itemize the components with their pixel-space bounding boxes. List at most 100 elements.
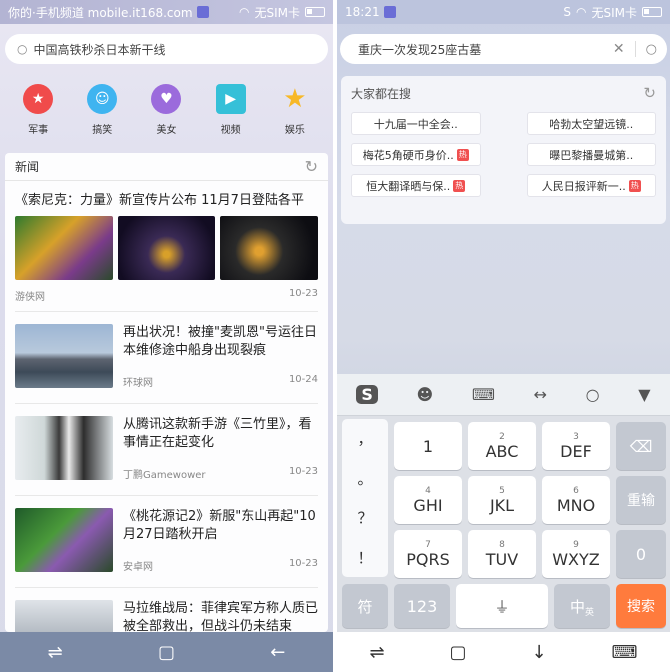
- news-header: 新闻 ↻: [5, 153, 328, 181]
- punct-key[interactable]: ？: [357, 507, 372, 528]
- sogou-logo-icon[interactable]: S: [356, 385, 378, 404]
- key-8[interactable]: 8 TUV: [468, 530, 536, 578]
- news-item[interactable]: 从腾讯这款新手游《三竹里》，看事情正在起变化 丁鹏Gamewower 10-23: [5, 404, 328, 495]
- news-item-title: 《桃花源记2》新服"东山再起"10月27日踏秋开启: [123, 509, 316, 542]
- emoji-icon[interactable]: ☻: [417, 385, 434, 404]
- smiley-icon: ☺: [87, 84, 118, 114]
- news-item[interactable]: 《桃花源记2》新服"东山再起"10月27日踏秋开启 安卓网 10-23: [5, 496, 328, 587]
- key-1[interactable]: 1: [394, 422, 462, 470]
- home-icon[interactable]: ▢: [158, 642, 175, 663]
- backspace-key[interactable]: ⌫: [616, 422, 666, 470]
- hot-search-item[interactable]: 梅花5角硬币身价.. 热: [351, 143, 481, 166]
- punct-key[interactable]: 。: [357, 468, 372, 489]
- hot-search-item[interactable]: 人民日报评新一.. 热: [526, 174, 656, 197]
- collapse-keyboard-icon[interactable]: ▼: [638, 385, 650, 404]
- category-label: 视频: [220, 125, 241, 136]
- key-letters: JKL: [489, 495, 515, 515]
- left-screen: 你的·手机频道 mobile.it168.com ◠ 无SIM卡 ○ 中国高铁秒…: [0, 0, 333, 672]
- key-0[interactable]: 0: [616, 530, 666, 578]
- search-input[interactable]: 重庆一次发现25座古墓 ✕ ○: [340, 34, 667, 64]
- hot-tag: 热: [628, 179, 641, 192]
- carrier-text: 无SIM卡: [254, 5, 300, 20]
- category-label: 娱乐: [284, 125, 305, 136]
- category-label: 军事: [28, 125, 49, 136]
- punct-key[interactable]: ，: [357, 428, 372, 449]
- hot-search-label: 梅花5角硬币身价..: [362, 148, 454, 162]
- category-label: 搞笑: [92, 125, 113, 136]
- status-bar: 你的·手机频道 mobile.it168.com ◠ 无SIM卡: [0, 0, 333, 24]
- hot-search-item[interactable]: 曝巴黎播曼城第..: [526, 143, 656, 166]
- keypad: ， 。 ？ ！ 1 2 ABC 3 DEF ⌫ 4 GHI 5 JKL 6 MNO 重输 …: [337, 419, 670, 632]
- news-source: 丁鹏Gamewower: [123, 470, 206, 481]
- refresh-icon[interactable]: ↻: [643, 84, 656, 102]
- hot-search-label: 哈勃太空望远镜..: [549, 117, 634, 131]
- news-item[interactable]: 再出状况！被撞"麦凯恩"号运往日本维修途中船身出现裂痕 环球网 10-24: [5, 312, 328, 403]
- category-entertainment[interactable]: ★ 娱乐: [265, 84, 325, 136]
- key-7[interactable]: 7 PQRS: [394, 530, 462, 578]
- key-letters: MNO: [556, 495, 596, 515]
- news-thumbnail: [15, 416, 113, 480]
- key-letters: ABC: [485, 441, 519, 461]
- category-military[interactable]: ★ 军事: [8, 84, 68, 136]
- cn-en-switch-key[interactable]: 中英: [554, 584, 610, 628]
- category-video[interactable]: ▶ 视频: [201, 84, 261, 136]
- category-beauty[interactable]: ♥ 美女: [136, 84, 196, 136]
- search-icon[interactable]: ○: [586, 385, 600, 404]
- category-bar: ★ 军事 ☺ 搞笑 ♥ 美女 ▶ 视频 ★ 娱乐: [0, 84, 333, 136]
- lips-icon: ♥: [151, 84, 182, 114]
- category-funny[interactable]: ☺ 搞笑: [72, 84, 132, 136]
- keyboard-switch-icon[interactable]: ⌨: [612, 642, 638, 663]
- key-letters: 1: [422, 436, 434, 456]
- news-item[interactable]: 《索尼克：力量》新宣传片公布 11月7日登陆各平 游侠网 10-23: [5, 181, 328, 303]
- right-screen: 18:21 S ◠ 无SIM卡 重庆一次发现25座古墓 ✕ ○ 大家都在搜 ↻ …: [337, 0, 670, 672]
- symbol-key[interactable]: 符: [342, 584, 388, 628]
- cn-label: 中: [569, 597, 585, 616]
- retype-label: 重输: [627, 493, 655, 509]
- battery-icon: [305, 7, 325, 17]
- space-key[interactable]: ⏚: [456, 584, 548, 628]
- key-number: 7: [425, 539, 431, 550]
- key-5[interactable]: 5 JKL: [468, 476, 536, 524]
- cursor-move-icon[interactable]: ↔: [534, 385, 547, 404]
- search-key[interactable]: 搜索: [616, 584, 666, 628]
- search-key-label: 搜索: [627, 599, 655, 615]
- news-item[interactable]: 马拉维战局：菲律宾军方称人质已被全部救出，但战斗仍未结束: [5, 588, 328, 632]
- keyboard-icon[interactable]: ⌨: [472, 385, 495, 404]
- hide-keyboard-icon[interactable]: ↓: [531, 642, 546, 663]
- hot-search-item[interactable]: 哈勃太空望远镜..: [526, 112, 656, 135]
- news-item-title: 马拉维战局：菲律宾军方称人质已被全部救出，但战斗仍未结束: [123, 601, 319, 632]
- key-6[interactable]: 6 MNO: [542, 476, 610, 524]
- clear-icon[interactable]: ✕: [613, 41, 636, 57]
- key-2[interactable]: 2 ABC: [468, 422, 536, 470]
- back-icon[interactable]: ←: [270, 642, 285, 663]
- hot-search-item[interactable]: 十九届一中全会..: [351, 112, 481, 135]
- video-icon: ▶: [215, 84, 246, 114]
- retype-key[interactable]: 重输: [616, 476, 666, 524]
- news-source: 安卓网: [123, 562, 153, 573]
- key-letters: PQRS: [406, 549, 450, 569]
- key-4[interactable]: 4 GHI: [394, 476, 462, 524]
- search-icon[interactable]: ○: [636, 42, 667, 57]
- key-3[interactable]: 3 DEF: [542, 422, 610, 470]
- key-number: 4: [425, 485, 431, 496]
- punct-key[interactable]: ！: [357, 547, 372, 568]
- news-thumbnail: [15, 600, 113, 632]
- refresh-icon[interactable]: ↻: [305, 157, 318, 176]
- news-date: 10-24: [288, 374, 318, 385]
- news-thumbnail: [15, 508, 113, 572]
- news-thumbnail: [15, 216, 113, 280]
- news-thumbnail: [117, 216, 216, 280]
- search-input[interactable]: ○ 中国高铁秒杀日本新干线: [5, 34, 328, 64]
- number-key[interactable]: 123: [394, 584, 450, 628]
- hot-search-title: 大家都在搜: [351, 86, 412, 101]
- status-time: 18:21: [345, 5, 380, 19]
- wifi-icon: ◠: [239, 5, 250, 19]
- hot-tag: 热: [456, 148, 469, 161]
- recent-apps-icon[interactable]: ⇌: [369, 642, 384, 663]
- recent-apps-icon[interactable]: ⇌: [48, 642, 63, 663]
- key-letters: WXYZ: [552, 549, 600, 569]
- news-thumbnail: [15, 324, 113, 388]
- hot-search-item[interactable]: 恒大翻译晒与保.. 热: [351, 174, 481, 197]
- key-9[interactable]: 9 WXYZ: [542, 530, 610, 578]
- home-icon[interactable]: ▢: [450, 642, 467, 663]
